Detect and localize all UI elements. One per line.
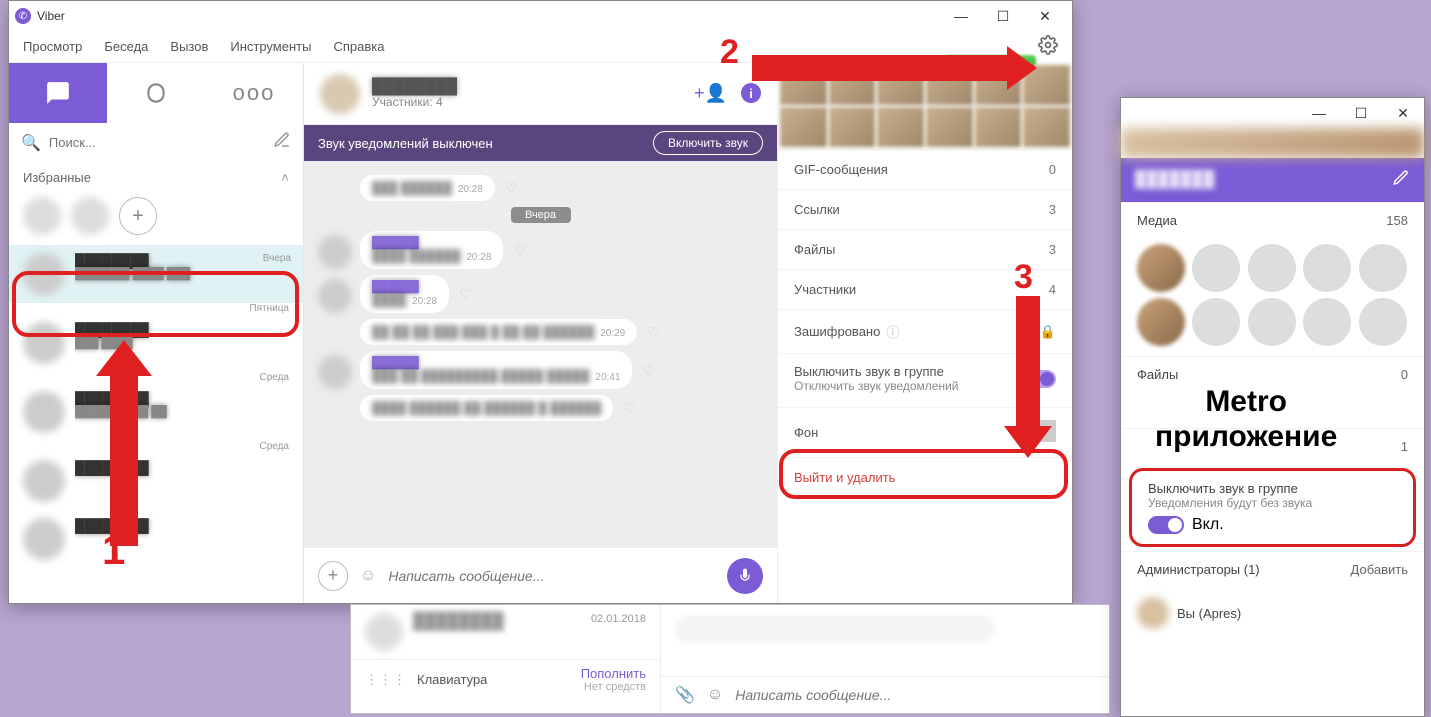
chat-list-item-selected[interactable]: ███████████████ ████ ███ Вчера — [9, 245, 303, 303]
menu-call[interactable]: Вызов — [170, 39, 208, 54]
lock-icon: 🔒 — [1040, 324, 1056, 340]
chat-list-item[interactable]: ████████ — [9, 510, 303, 568]
list-divider: Пятница — [9, 303, 303, 314]
row-background[interactable]: Фон — [778, 407, 1072, 457]
chat-list-item[interactable]: █████████████ ████ ██ — [9, 383, 303, 441]
window-title: Viber — [37, 9, 65, 23]
window-minimize-button[interactable]: — — [940, 2, 982, 30]
chat-panel: ████████ Участники: 4 +👤 i Звук уведомле… — [304, 63, 777, 603]
add-attachment-button[interactable]: + — [318, 561, 348, 591]
chevron-up-icon: ˄ — [281, 170, 289, 185]
viber-main-window: ✆ Viber — ☐ ✕ Просмотр Беседа Вызов Инст… — [8, 0, 1073, 604]
avatar — [1137, 597, 1169, 629]
chat-avatar[interactable] — [320, 74, 360, 114]
window-maximize-button[interactable]: ☐ — [982, 2, 1024, 30]
metro-chat-header: ███████ — [1121, 158, 1424, 202]
row-gif[interactable]: GIF-сообщения0 — [778, 149, 1072, 189]
attach-icon[interactable]: 📎 — [675, 685, 695, 705]
banner-text: Звук уведомлений выключен — [318, 136, 493, 151]
message-input[interactable] — [735, 687, 1095, 703]
add-admin-link[interactable]: Добавить — [1351, 562, 1408, 577]
date-pill: Вчера — [511, 207, 571, 223]
window-close-button[interactable]: ✕ — [1382, 99, 1424, 127]
settings-gear-icon[interactable] — [1038, 35, 1058, 58]
favorites-label: Избранные — [23, 170, 91, 185]
row-leave-delete[interactable]: Выйти и удалить — [778, 457, 1072, 497]
enable-sound-button[interactable]: Включить звук — [653, 131, 763, 155]
list-divider: Среда — [9, 441, 303, 452]
metro-mute-section[interactable]: Выключить звук в группе Уведомления буду… — [1129, 468, 1416, 547]
sticker-icon[interactable]: ☺ — [360, 567, 376, 585]
info-icon: ⓘ — [886, 322, 899, 341]
voice-message-button[interactable] — [727, 558, 763, 594]
menu-chat[interactable]: Беседа — [104, 39, 148, 54]
menu-tools[interactable]: Инструменты — [230, 39, 311, 54]
row-admins: Администраторы (1) Добавить — [1121, 551, 1424, 587]
row-files[interactable]: Файлы3 — [778, 229, 1072, 269]
topup-link[interactable]: Пополнить — [581, 666, 646, 681]
balance-label: Нет средств — [581, 681, 646, 693]
compose-icon[interactable] — [273, 131, 291, 154]
titlebar: ✆ Viber — ☐ ✕ — [9, 1, 1072, 31]
window-minimize-button[interactable]: — — [1298, 99, 1340, 127]
menu-view[interactable]: Просмотр — [23, 39, 82, 54]
background-swatch — [1034, 420, 1056, 442]
admin-name: Вы (Apres) — [1177, 606, 1241, 621]
chat-list-item[interactable]: ███████████ ████ — [9, 314, 303, 372]
heart-icon[interactable]: ♡ — [505, 180, 518, 197]
row-links[interactable]: Ссылки3 — [778, 189, 1072, 229]
msg-avatar[interactable] — [318, 235, 352, 269]
mute-toggle[interactable] — [1022, 370, 1056, 388]
chat-title: ████████ — [372, 78, 682, 95]
list-divider: Среда — [9, 372, 303, 383]
chat-date: 02.01.2018 — [591, 613, 646, 651]
sticker-icon[interactable]: ☺ — [707, 686, 723, 704]
edit-icon[interactable] — [1392, 169, 1410, 192]
favorites-section-header[interactable]: Избранные ˄ — [9, 162, 303, 193]
window-maximize-button[interactable]: ☐ — [1340, 99, 1382, 127]
chat-list-item[interactable]: ████████ — [9, 452, 303, 510]
chat-time: Вчера — [263, 253, 291, 264]
row-members[interactable]: Участники4 — [778, 269, 1072, 309]
favorite-avatar[interactable] — [23, 197, 61, 235]
menu-help[interactable]: Справка — [333, 39, 384, 54]
tab-chats[interactable] — [9, 63, 107, 123]
row-media[interactable]: Медиа158 — [1121, 202, 1424, 238]
tab-contacts[interactable] — [107, 63, 205, 123]
favorite-avatar[interactable] — [71, 197, 109, 235]
add-member-icon[interactable]: +👤 — [694, 83, 727, 104]
chat-header: ████████ Участники: 4 +👤 i — [304, 63, 777, 125]
more-icon: ooo — [233, 80, 276, 106]
chat-list-item[interactable]: ████████ 02.01.2018 — [351, 605, 660, 659]
viber-logo-icon: ✆ — [15, 8, 31, 24]
row-encrypted[interactable]: Зашифровано ⓘ 🔒 — [778, 309, 1072, 353]
apps-icon[interactable]: ⋮⋮⋮ — [365, 672, 407, 688]
mute-toggle[interactable] — [1148, 516, 1184, 534]
message-composer: + ☺ — [304, 547, 777, 603]
toggle-state-label: Вкл. — [1192, 516, 1224, 534]
background-window-fragment: ████████ 02.01.2018 ⋮⋮⋮ Клавиатура Попол… — [350, 604, 1110, 714]
chat-subtitle: Участники: 4 — [372, 95, 682, 109]
add-favorite-button[interactable]: + — [119, 197, 157, 235]
sidebar: ooo 🔍 Избранные ˄ + ████████ — [9, 63, 304, 603]
messages-area[interactable]: ███ ██████20:28♡ Вчера ██████████ ██████… — [304, 161, 777, 547]
tab-more[interactable]: ooo — [205, 63, 303, 123]
menubar: Просмотр Беседа Вызов Инструменты Справк… — [9, 31, 1072, 63]
admin-entry[interactable]: Вы (Apres) — [1121, 587, 1424, 639]
header-image — [1121, 128, 1424, 158]
keyboard-label[interactable]: Клавиатура — [417, 672, 487, 687]
message-bubble — [675, 615, 995, 643]
message-input[interactable] — [388, 568, 715, 584]
chat-details-panel: GIF-сообщения0 Ссылки3 Файлы3 Участники4… — [777, 63, 1072, 603]
row-mute-group[interactable]: Выключить звук в группе Отключить звук у… — [778, 353, 1072, 407]
media-grid[interactable] — [778, 63, 1072, 149]
search-icon: 🔍 — [21, 133, 41, 153]
media-thumbnails[interactable] — [1121, 238, 1424, 356]
annotation-metro-label: Metroприложение — [1155, 385, 1337, 454]
notification-muted-banner: Звук уведомлений выключен Включить звук — [304, 125, 777, 161]
window-close-button[interactable]: ✕ — [1024, 2, 1066, 30]
search-input[interactable] — [49, 135, 265, 150]
chat-info-icon[interactable]: i — [741, 83, 761, 103]
